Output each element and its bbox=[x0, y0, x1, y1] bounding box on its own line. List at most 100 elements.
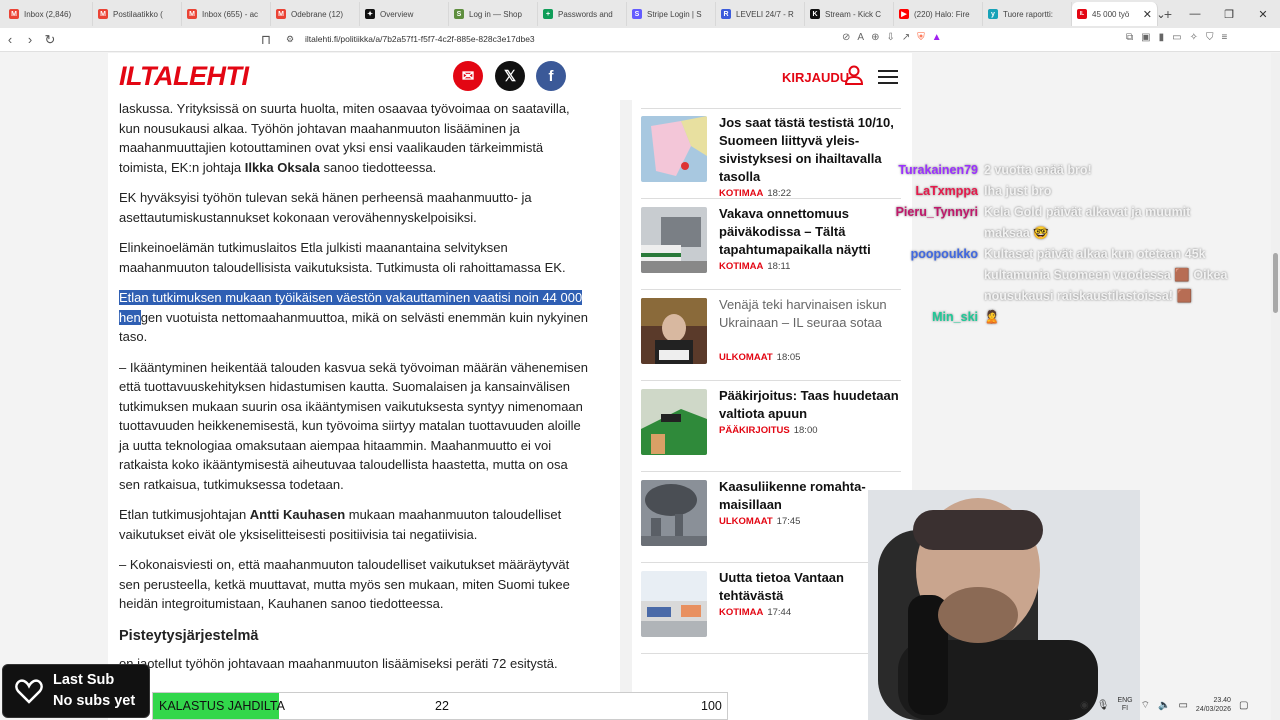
news-title[interactable]: Venäjä teki harvinaisen iskun Ukrainaan … bbox=[719, 296, 899, 332]
tab-1[interactable]: M Postilaatikko ( bbox=[93, 2, 182, 26]
news-item[interactable]: Jos saat tästä testistä 10/10, Suomeen l… bbox=[641, 108, 901, 199]
paragraph-selected[interactable]: Etlan tutkimuksen mukaan työikäisen väes… bbox=[119, 288, 589, 347]
network-icon[interactable]: ◉ bbox=[1080, 700, 1089, 711]
news-item[interactable]: Uutta tietoa Vantaan tehtävästä KOTIMAA 17… bbox=[641, 563, 901, 654]
mic-icon[interactable]: 🎙 bbox=[1097, 700, 1110, 711]
user-icon[interactable] bbox=[845, 65, 863, 85]
iltalehti-icon: IL bbox=[1077, 9, 1087, 19]
restore-button[interactable]: ❐ bbox=[1212, 8, 1246, 21]
news-thumbnail[interactable] bbox=[641, 116, 707, 182]
news-title[interactable]: Pääkirjoitus: Taas huudetaan valtiota ap… bbox=[719, 387, 899, 423]
tab-3[interactable]: M Odebrane (12) bbox=[271, 2, 360, 26]
page-scrollbar[interactable] bbox=[1271, 53, 1280, 720]
tab-4[interactable]: ✦ Overview bbox=[360, 2, 449, 26]
wallet-icon[interactable]: ▭ bbox=[1172, 32, 1181, 43]
extensions-icon[interactable]: ⧉ bbox=[1126, 32, 1133, 43]
tab-9[interactable]: K Stream - Kick C bbox=[805, 2, 894, 26]
tab-8[interactable]: R LEVELI 24/7 - R bbox=[716, 2, 805, 26]
site-logo[interactable]: ILTALEHTI bbox=[119, 61, 249, 92]
tab-icon[interactable]: ▣ bbox=[1141, 32, 1150, 43]
wifi-icon[interactable]: ⌔ bbox=[1141, 699, 1150, 712]
login-link[interactable]: KIRJAUDU bbox=[782, 70, 849, 85]
email-share-icon[interactable]: ✉ bbox=[453, 61, 483, 91]
brave-shield-icon[interactable]: ⛨ bbox=[917, 32, 925, 43]
zoom-icon[interactable]: ⊕ bbox=[871, 32, 879, 43]
tab-2[interactable]: M Inbox (655) - ac bbox=[182, 2, 271, 26]
tab-7[interactable]: S Stripe Login | S bbox=[627, 2, 716, 26]
sidebar-icon[interactable]: ▮ bbox=[1159, 32, 1165, 43]
chat-message: LaTxmppa Iha just bro bbox=[878, 181, 1238, 202]
menu-button[interactable] bbox=[878, 70, 898, 84]
translate-icon[interactable]: A bbox=[857, 32, 864, 43]
scrollbar-thumb[interactable] bbox=[1273, 253, 1278, 313]
clock[interactable]: 23.40 24/03/2026 bbox=[1196, 696, 1231, 714]
notification-icon[interactable]: ▢ bbox=[1239, 700, 1248, 711]
news-category: KOTIMAA bbox=[719, 188, 764, 199]
close-window-button[interactable]: ✕ bbox=[1246, 8, 1280, 21]
tab-search-icon[interactable]: ⌄ bbox=[1144, 8, 1178, 21]
forward-button[interactable]: › bbox=[20, 32, 40, 47]
chat-message: Min_ski 🙎 bbox=[878, 307, 1238, 328]
tab-title: 45 000 työ bbox=[1092, 9, 1130, 19]
download-icon[interactable]: ⇩ bbox=[886, 32, 894, 43]
news-item[interactable]: Kaasuliikenne romahta-maisillaan ULKOMAAT… bbox=[641, 472, 901, 563]
chat-username: Pieru_Tynnyri bbox=[895, 205, 978, 219]
news-item[interactable]: Pääkirjoitus: Taas huudetaan valtiota ap… bbox=[641, 381, 901, 472]
goal-label: KALASTUS JAHDILTA bbox=[159, 699, 285, 713]
leo-icon[interactable]: ✧ bbox=[1190, 32, 1198, 43]
chat-username: Min_ski bbox=[932, 310, 978, 324]
news-title[interactable]: Vakava onnettomuus päiväkodissa – Tältä … bbox=[719, 205, 899, 259]
youtube-icon: ▶ bbox=[899, 9, 909, 19]
chat-username: Turakainen79 bbox=[898, 163, 978, 177]
news-time: 18:05 bbox=[776, 352, 801, 363]
article-subheading: Pisteytysjärjestelmä bbox=[119, 627, 259, 644]
vpn-icon[interactable]: ⛉ bbox=[1206, 32, 1214, 43]
tab-title: Stream - Kick C bbox=[825, 9, 882, 19]
system-tray: ◉ 🎙 ENG FI ⌔ 🔈 ▭ 23.40 24/03/2026 ▢ bbox=[1080, 690, 1280, 720]
menu-icon[interactable]: ≡ bbox=[1221, 32, 1227, 43]
gmail-icon: M bbox=[98, 9, 108, 19]
paragraph: on jaotellut työhön johtavaan maahanmuut… bbox=[119, 656, 558, 671]
column-divider bbox=[620, 100, 632, 720]
tab-0[interactable]: M Inbox (2,846) bbox=[4, 2, 93, 26]
paragraph: – Kokonaisviesti on, että maahanmuuton t… bbox=[119, 557, 570, 611]
tab-5[interactable]: S Log in — Shop bbox=[449, 2, 538, 26]
x-share-icon[interactable]: 𝕏 bbox=[495, 61, 525, 91]
bookmark-icon[interactable]: ⊓ bbox=[256, 32, 276, 48]
facebook-share-icon[interactable]: f bbox=[536, 61, 566, 91]
extension-icons: ⧉ ▣ ▮ ▭ ✧ ⛉ ≡ bbox=[1126, 32, 1227, 43]
stream-chat: Turakainen79 2 vuotta enää bro! LaTxmppa Ih… bbox=[878, 160, 1238, 328]
tab-title: Passwords and bbox=[558, 9, 613, 19]
battery-icon[interactable]: ▭ bbox=[1178, 700, 1187, 711]
shopify-icon: S bbox=[454, 9, 464, 19]
back-button[interactable]: ‹ bbox=[0, 32, 20, 47]
volume-icon[interactable]: 🔈 bbox=[1158, 700, 1170, 711]
share-icon[interactable]: ↗ bbox=[902, 32, 910, 43]
news-thumbnail[interactable] bbox=[641, 298, 707, 364]
url-field[interactable]: iltalehti.fi/politiikka/a/7b2a57f1-f5f7-… bbox=[305, 34, 535, 44]
block-icon[interactable]: ⊘ bbox=[842, 32, 850, 43]
webcam-feed bbox=[868, 490, 1140, 720]
tab-11[interactable]: y Tuore raportti: bbox=[983, 2, 1072, 26]
sheets-icon: + bbox=[543, 9, 553, 19]
news-thumbnail[interactable] bbox=[641, 480, 707, 546]
chat-message: Pieru_Tynnyri Kela Gold päivät alkavat ja… bbox=[878, 202, 1238, 244]
news-item[interactable]: Vakava onnettomuus päiväkodissa – Tältä … bbox=[641, 199, 901, 290]
site-info-icon[interactable]: ⚙ bbox=[280, 34, 300, 45]
reload-button[interactable]: ↻ bbox=[40, 32, 60, 48]
news-title[interactable]: Jos saat tästä testistä 10/10, Suomeen l… bbox=[719, 114, 899, 186]
article-body: laskussa. Yrityksissä on suurta huolta, … bbox=[119, 99, 589, 685]
news-thumbnail[interactable] bbox=[641, 571, 707, 637]
language-indicator[interactable]: ENG FI bbox=[1117, 697, 1132, 713]
tab-6[interactable]: + Passwords and bbox=[538, 2, 627, 26]
rewards-icon[interactable]: ▲ bbox=[932, 32, 942, 43]
news-item[interactable]: Venäjä teki harvinaisen iskun Ukrainaan … bbox=[641, 290, 901, 381]
news-time: 18:22 bbox=[767, 188, 792, 199]
news-thumbnail[interactable] bbox=[641, 389, 707, 455]
tab-10[interactable]: ▶ (220) Halo: Fire bbox=[894, 2, 983, 26]
news-meta: ULKOMAAT 18:05 bbox=[719, 352, 800, 363]
news-thumbnail[interactable] bbox=[641, 207, 707, 273]
chat-text: 🙎 bbox=[984, 310, 1000, 324]
news-category: PÄÄKIRJOITUS bbox=[719, 425, 790, 436]
minimize-button[interactable]: — bbox=[1178, 8, 1212, 20]
